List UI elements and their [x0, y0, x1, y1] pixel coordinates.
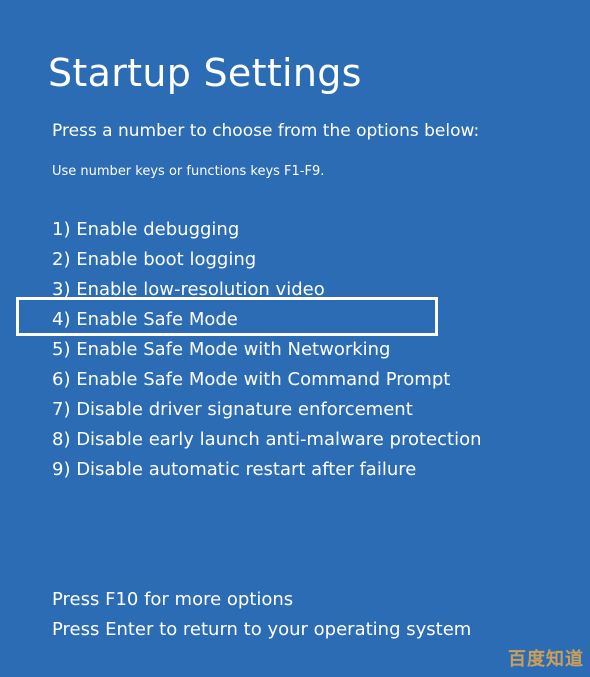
option-enable-low-resolution-video[interactable]: 3) Enable low-resolution video: [52, 275, 482, 305]
watermark-logo: 百度知道: [508, 649, 584, 670]
more-options-link[interactable]: Press F10 for more options: [52, 585, 471, 615]
footer-options: Press F10 for more options Press Enter t…: [52, 585, 471, 645]
option-disable-driver-signature[interactable]: 7) Disable driver signature enforcement: [52, 395, 482, 425]
return-to-os-link[interactable]: Press Enter to return to your operating …: [52, 615, 471, 645]
option-enable-safe-mode-networking[interactable]: 5) Enable Safe Mode with Networking: [52, 335, 482, 365]
instruction-text: Press a number to choose from the option…: [52, 121, 480, 141]
option-disable-automatic-restart[interactable]: 9) Disable automatic restart after failu…: [52, 455, 482, 485]
page-title: Startup Settings: [48, 51, 362, 95]
startup-options-list: 1) Enable debugging 2) Enable boot loggi…: [52, 215, 482, 485]
option-enable-boot-logging[interactable]: 2) Enable boot logging: [52, 245, 482, 275]
option-enable-safe-mode-command-prompt[interactable]: 6) Enable Safe Mode with Command Prompt: [52, 365, 482, 395]
option-enable-safe-mode[interactable]: 4) Enable Safe Mode: [52, 305, 482, 335]
option-enable-debugging[interactable]: 1) Enable debugging: [52, 215, 482, 245]
hint-text: Use number keys or functions keys F1-F9.: [52, 164, 325, 179]
option-disable-early-launch-antimalware[interactable]: 8) Disable early launch anti-malware pro…: [52, 425, 482, 455]
